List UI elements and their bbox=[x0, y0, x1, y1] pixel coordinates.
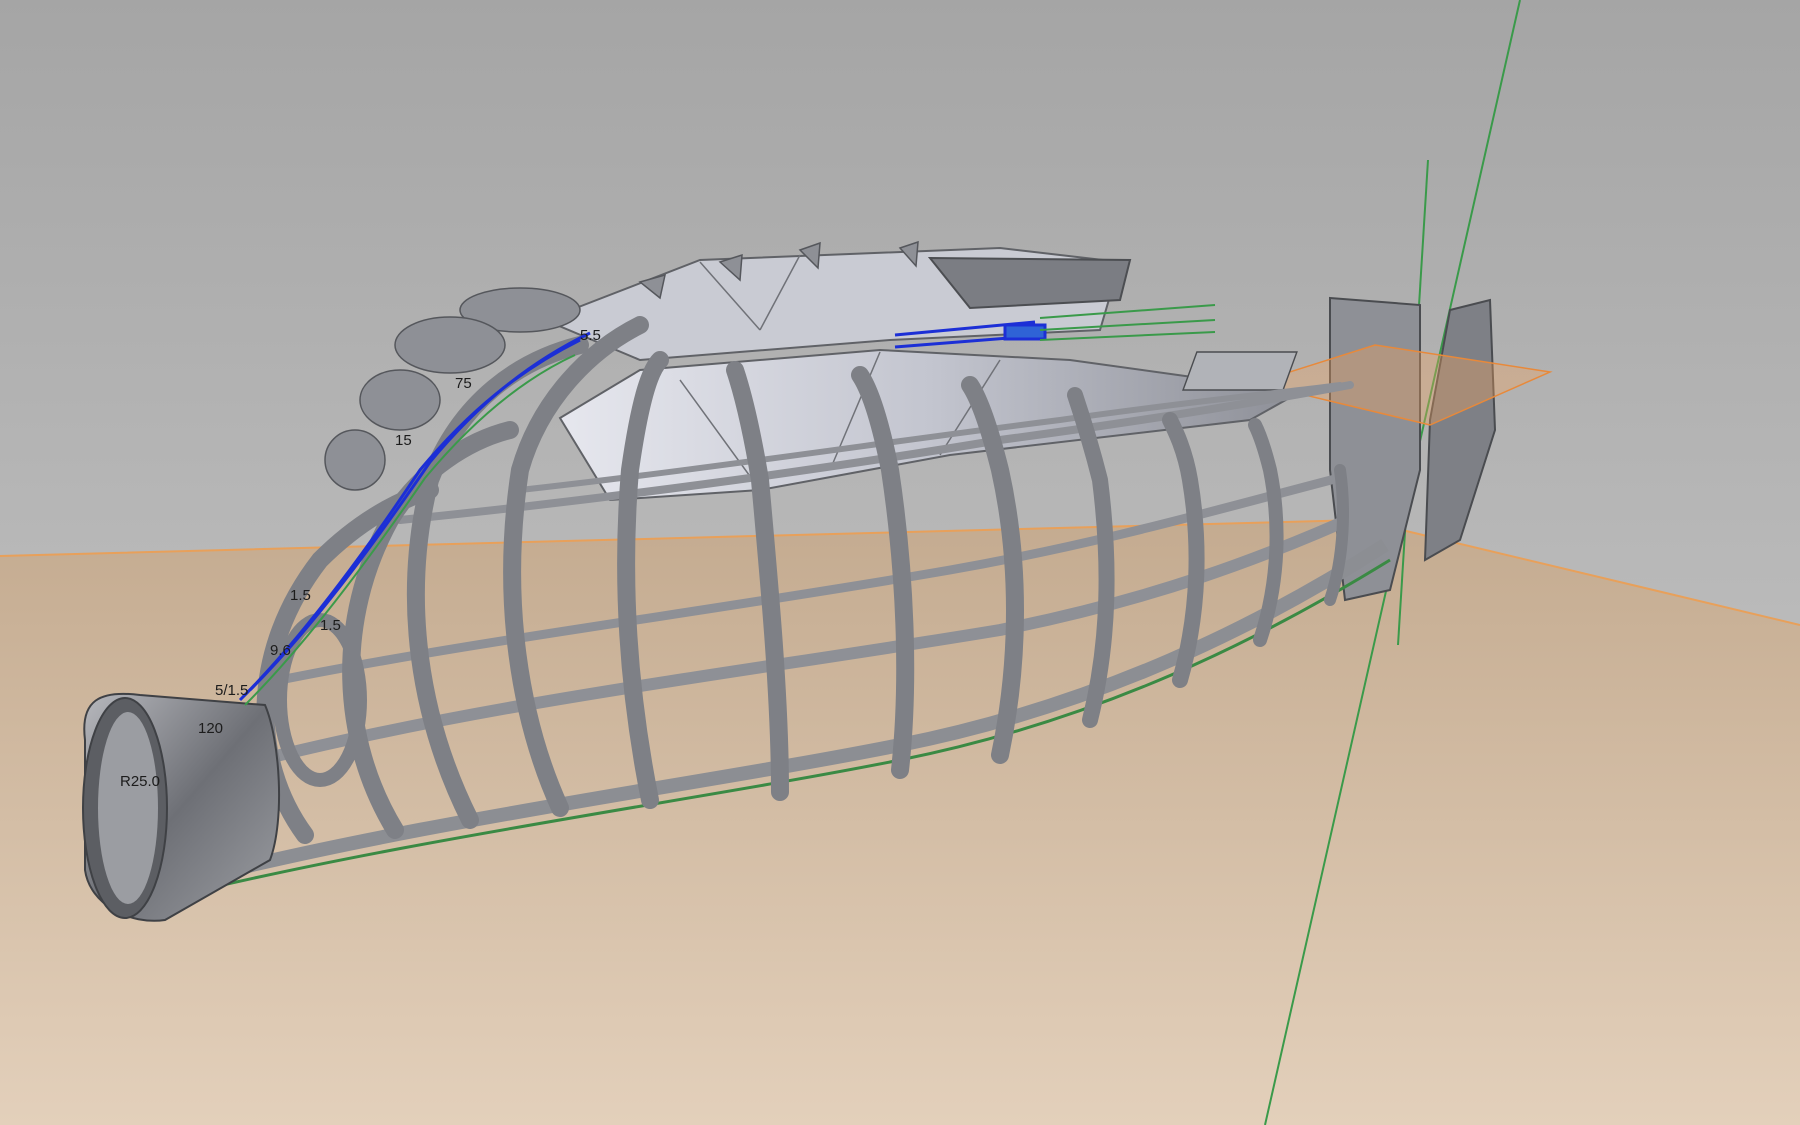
stern-bracket[interactable] bbox=[1182, 351, 1298, 391]
dimension-label[interactable]: 5/1.5 bbox=[215, 682, 248, 699]
dimension-label[interactable]: 5.5 bbox=[580, 327, 601, 344]
model-canvas[interactable]: R25.0 120 5/1.5 9.6 1.5 1.5 15 75 5.5 bbox=[0, 0, 1800, 1125]
cad-3d-viewport[interactable]: R25.0 120 5/1.5 9.6 1.5 1.5 15 75 5.5 bbox=[0, 0, 1800, 1125]
dimension-label[interactable]: 15 bbox=[395, 432, 412, 449]
dimension-label[interactable]: 1.5 bbox=[320, 617, 341, 634]
dimension-label[interactable]: 75 bbox=[455, 375, 472, 392]
dimension-label[interactable]: 1.5 bbox=[290, 587, 311, 604]
dimension-label[interactable]: 9.6 bbox=[270, 642, 291, 659]
dimension-label[interactable]: 120 bbox=[198, 720, 223, 737]
dimension-label[interactable]: R25.0 bbox=[120, 773, 160, 790]
